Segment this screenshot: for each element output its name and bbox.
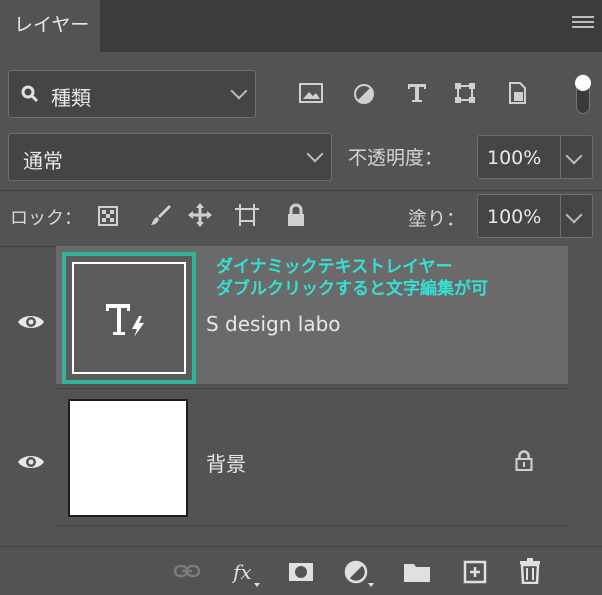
new-group-folder-icon[interactable] <box>402 560 432 584</box>
fill-input[interactable]: 100% <box>477 194 561 238</box>
type-layer-icon <box>106 304 144 337</box>
opacity-label: 不透明度： <box>348 147 444 169</box>
opacity-dropdown[interactable] <box>561 135 593 179</box>
panel-menu-icon[interactable] <box>572 16 594 32</box>
eye-visibility-icon[interactable] <box>16 312 46 332</box>
lock-image-pixels-brush-icon[interactable] <box>148 202 174 228</box>
fill-label: 塗り： <box>408 208 466 230</box>
filter-kind-select[interactable]: 種類 <box>8 70 256 118</box>
text-layer-thumbnail[interactable] <box>62 252 196 384</box>
chevron-down-icon <box>565 206 583 224</box>
opacity-input[interactable]: 100% <box>477 135 561 179</box>
filter-shape-layer-icon[interactable] <box>452 80 478 106</box>
delete-layer-trash-icon[interactable] <box>516 556 544 586</box>
background-layer-thumbnail[interactable] <box>68 399 188 517</box>
fx-layer-style-icon[interactable]: fx <box>228 556 264 590</box>
eye-visibility-icon[interactable] <box>16 452 46 472</box>
lock-label: ロック： <box>10 208 82 229</box>
layer-name[interactable]: S design labo <box>206 312 341 336</box>
filter-pixel-layer-icon[interactable] <box>298 82 324 104</box>
filter-toggle-switch[interactable] <box>572 74 594 114</box>
divider <box>0 246 56 247</box>
annotation-line-2: ダブルクリックすると文字編集が可 <box>216 279 488 299</box>
filter-smart-object-icon[interactable] <box>504 80 530 106</box>
layer-name[interactable]: 背景 <box>206 448 246 477</box>
tab-layers[interactable]: レイヤー <box>0 0 100 52</box>
search-icon <box>21 85 39 103</box>
filter-adjustment-layer-icon[interactable] <box>352 82 376 106</box>
blend-mode-label: 通常 <box>23 149 63 173</box>
divider <box>0 190 602 191</box>
new-layer-icon[interactable] <box>460 558 490 586</box>
lock-all-icon[interactable] <box>284 202 308 228</box>
new-adjustment-layer-icon[interactable] <box>342 558 378 590</box>
chevron-down-icon <box>230 82 248 100</box>
chevron-down-icon <box>306 145 324 163</box>
lock-position-move-icon[interactable] <box>186 201 214 229</box>
annotation-line-1: ダイナミックテキストレイヤー <box>216 257 453 277</box>
layer-lock-icon <box>512 448 536 472</box>
blend-mode-select[interactable]: 通常 <box>8 133 332 181</box>
svg-text:fx: fx <box>231 560 252 584</box>
filter-type-layer-icon[interactable] <box>404 80 430 106</box>
chevron-down-icon <box>565 147 583 165</box>
filter-kind-label: 種類 <box>51 86 91 110</box>
add-mask-icon[interactable] <box>286 560 316 584</box>
lock-transparent-pixels-icon[interactable] <box>96 204 120 228</box>
fill-dropdown[interactable] <box>561 194 593 238</box>
link-layers-icon[interactable] <box>172 560 202 582</box>
lock-artboard-icon[interactable] <box>232 201 262 229</box>
